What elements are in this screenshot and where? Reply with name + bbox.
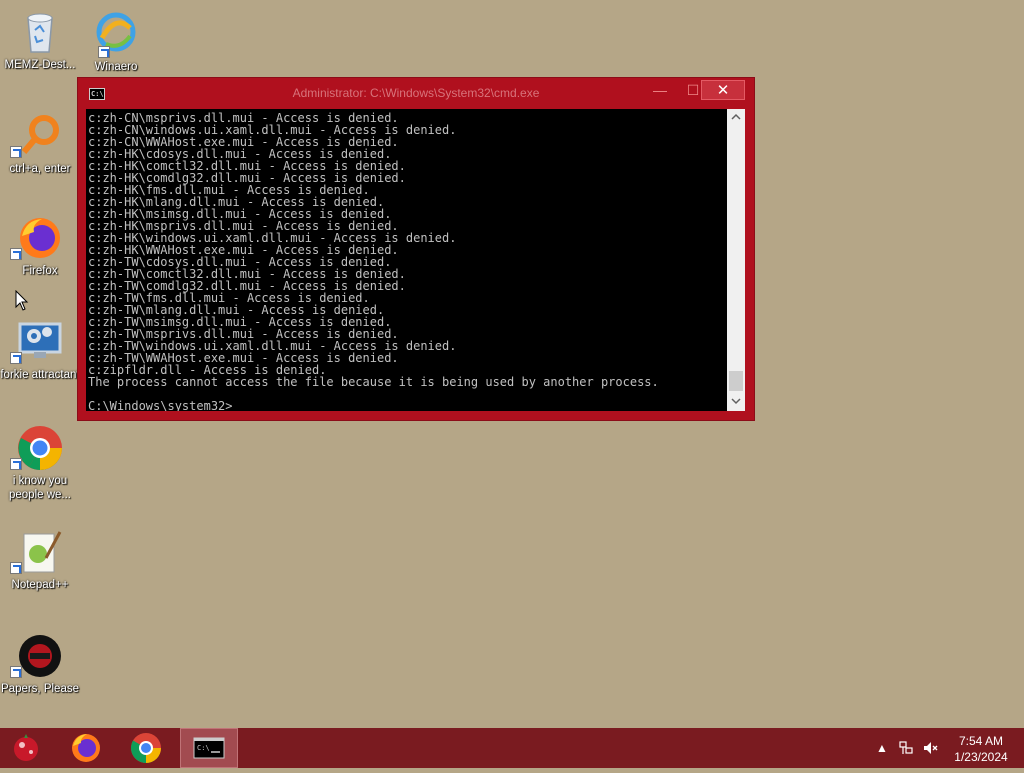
- papers-please-icon: [10, 632, 64, 680]
- desktop-icon-label: i know you people we...: [8, 475, 71, 501]
- close-button[interactable]: ✕: [701, 80, 745, 100]
- window-titlebar[interactable]: C:\ Administrator: C:\Windows\System32\c…: [78, 78, 754, 108]
- clock-time: 7:54 AM: [958, 734, 1004, 748]
- desktop-icon-ctrl-a-enter[interactable]: ctrl+a, enter: [0, 112, 80, 176]
- volume-muted-icon[interactable]: [922, 740, 938, 759]
- taskbar-cmd-button[interactable]: C:\: [180, 728, 238, 768]
- scroll-thumb[interactable]: [729, 371, 743, 391]
- clock-date: 1/23/2024: [954, 750, 1008, 764]
- console-line: C:\Windows\system32>: [88, 399, 233, 411]
- desktop-icon-papers-please[interactable]: Papers, Please: [0, 632, 80, 696]
- monitor-settings-icon: [10, 318, 64, 366]
- vertical-scrollbar[interactable]: [727, 109, 745, 411]
- firefox-icon: [10, 214, 64, 262]
- show-hidden-icons-chevron[interactable]: ▲: [876, 741, 888, 755]
- desktop-icon-memz[interactable]: MEMZ-Dest...: [0, 8, 80, 72]
- desktop-icon-chrome[interactable]: i know you people we...: [0, 424, 80, 502]
- scroll-down-arrow-icon[interactable]: [727, 394, 745, 411]
- shortcut-arrow-icon: [98, 46, 110, 58]
- desktop-icon-label: ctrl+a, enter: [9, 163, 71, 175]
- start-button[interactable]: [0, 728, 56, 768]
- svg-text:C:\: C:\: [197, 744, 210, 752]
- console-line: The process cannot access the file becau…: [88, 375, 659, 389]
- desktop-icon-label: forkie attractant: [0, 369, 80, 381]
- console-output[interactable]: c:zh-CN\msprivs.dll.mui - Access is deni…: [86, 109, 727, 411]
- taskbar-firefox-button[interactable]: [58, 728, 114, 768]
- cmd-icon: C:\: [193, 737, 225, 759]
- winaero-tweaker-icon: [92, 10, 140, 58]
- scroll-up-arrow-icon[interactable]: [727, 109, 745, 126]
- shortcut-arrow-icon: [10, 458, 22, 470]
- desktop-icon-notepadpp[interactable]: Notepad++: [0, 528, 80, 592]
- desktop-icon-label: Firefox: [22, 265, 58, 277]
- desktop-icon-winaero[interactable]: Winaero Tweaker: [76, 10, 156, 74]
- desktop-icon-label: MEMZ-Dest...: [4, 59, 76, 71]
- console-text: c:zh-CN\msprivs.dll.mui - Access is deni…: [86, 109, 727, 411]
- desktop-icon-forkie[interactable]: forkie attractant: [0, 318, 80, 382]
- cmd-window[interactable]: C:\ Administrator: C:\Windows\System32\c…: [78, 78, 754, 420]
- search-magnifier-icon: [10, 112, 64, 160]
- taskbar-clock[interactable]: 7:54 AM 1/23/2024: [948, 733, 1014, 765]
- shortcut-arrow-icon: [10, 248, 22, 260]
- recycle-bin-icon: [16, 8, 64, 56]
- taskbar-chrome-button[interactable]: [118, 728, 174, 768]
- chrome-icon: [130, 733, 161, 764]
- start-orb-icon: [14, 734, 38, 761]
- notepad-plus-plus-icon: [10, 528, 64, 576]
- chrome-icon: [10, 424, 64, 472]
- desktop-icon-firefox[interactable]: Firefox: [0, 214, 80, 278]
- shortcut-arrow-icon: [10, 352, 22, 364]
- shortcut-arrow-icon: [10, 666, 22, 678]
- taskbar: C:\ ▲ 7:54 AM 1/23/2024: [0, 728, 1024, 768]
- network-icon[interactable]: [898, 740, 914, 759]
- desktop-icon-label: Papers, Please: [1, 683, 79, 695]
- desktop-icon-label: Winaero Tweaker: [94, 61, 138, 73]
- firefox-icon: [72, 734, 100, 762]
- shortcut-arrow-icon: [10, 146, 22, 158]
- shortcut-arrow-icon: [10, 562, 22, 574]
- desktop-icon-label: Notepad++: [11, 579, 69, 591]
